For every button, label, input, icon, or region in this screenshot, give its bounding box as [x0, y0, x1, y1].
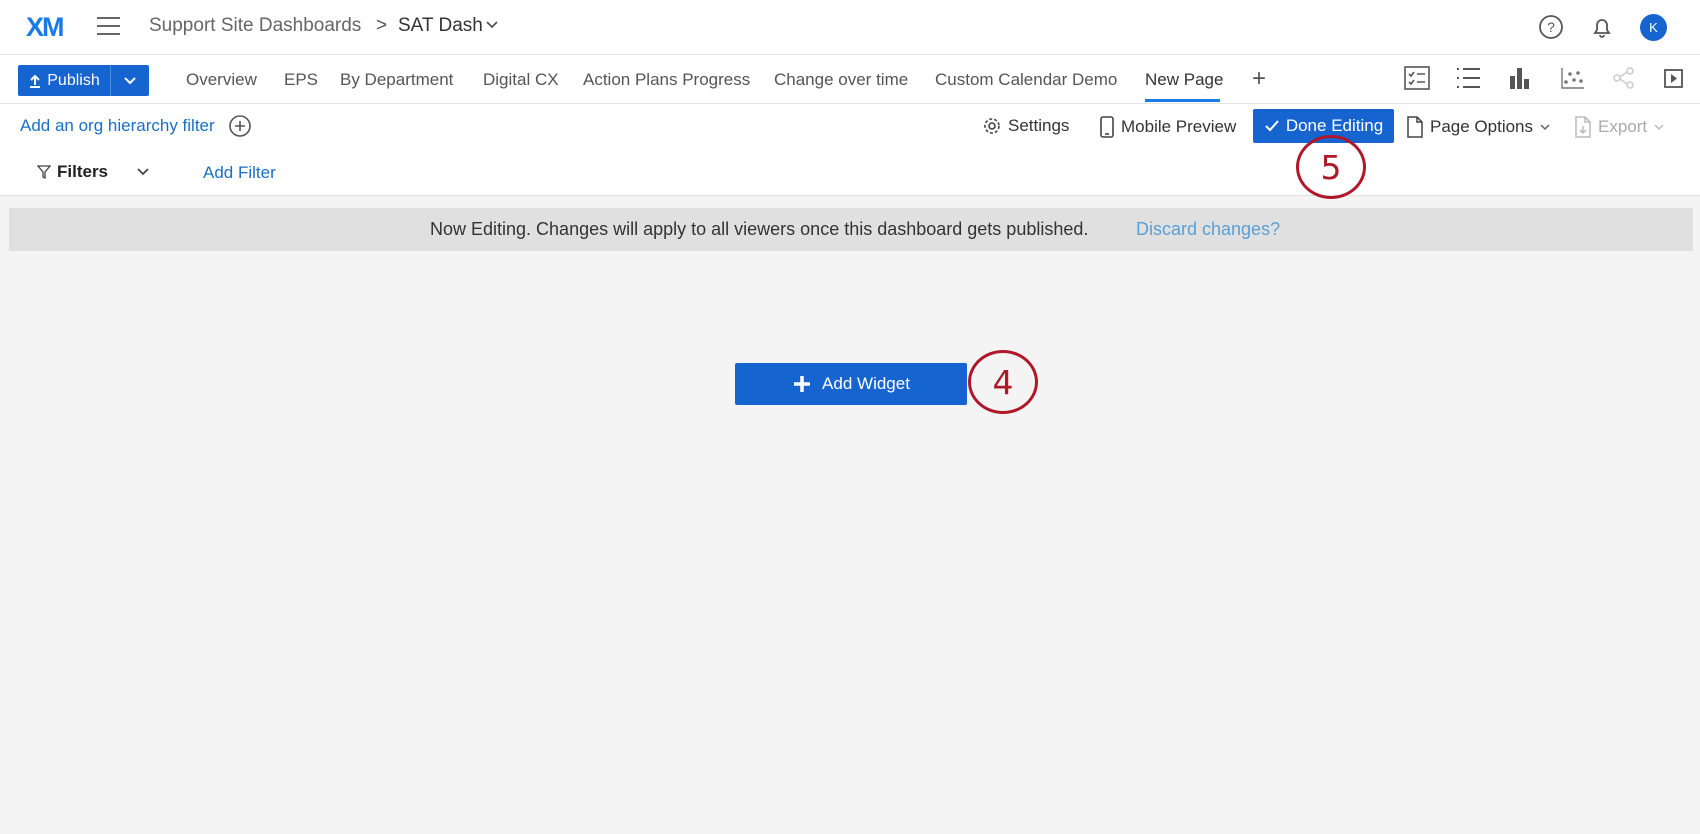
- chevron-down-icon[interactable]: [136, 167, 150, 177]
- tab-change-over-time[interactable]: Change over time: [774, 70, 908, 90]
- preview-icon[interactable]: [1662, 64, 1686, 92]
- chevron-down-icon: [1540, 124, 1550, 131]
- scatter-plot-icon[interactable]: [1560, 64, 1586, 92]
- add-widget-button[interactable]: Add Widget: [735, 363, 967, 405]
- plus-icon: [794, 376, 811, 392]
- list-icon[interactable]: [1454, 64, 1482, 92]
- active-tab-indicator: [1145, 99, 1220, 102]
- phone-icon: [1100, 116, 1114, 138]
- checklist-icon[interactable]: [1403, 64, 1431, 92]
- filters-toggle[interactable]: Filters: [37, 162, 108, 182]
- tab-new-page[interactable]: New Page: [1145, 70, 1223, 90]
- top-header: XM Support Site Dashboards > SAT Dash ? …: [0, 0, 1700, 55]
- breadcrumb-parent[interactable]: Support Site Dashboards: [149, 15, 361, 37]
- gear-icon: [984, 118, 1000, 134]
- avatar[interactable]: K: [1640, 14, 1667, 41]
- publish-dropdown-button[interactable]: [111, 65, 149, 96]
- step-callout-5: 5: [1296, 135, 1366, 199]
- breadcrumb-current[interactable]: SAT Dash: [398, 15, 483, 37]
- export-button[interactable]: Export: [1574, 116, 1665, 138]
- chevron-down-icon[interactable]: [485, 17, 499, 33]
- editing-message: Now Editing. Changes will apply to all v…: [430, 219, 1089, 239]
- checkmark-icon: [1265, 120, 1279, 132]
- discard-changes-link[interactable]: Discard changes?: [1136, 219, 1280, 240]
- mobile-preview-button[interactable]: Mobile Preview: [1099, 116, 1236, 138]
- settings-button[interactable]: Settings: [982, 116, 1069, 136]
- add-filter-link[interactable]: Add Filter: [203, 163, 276, 183]
- upload-icon: [30, 74, 41, 88]
- page-options-button[interactable]: Page Options: [1406, 116, 1551, 138]
- step-callout-4: 4: [968, 350, 1038, 414]
- document-icon: [1407, 116, 1423, 138]
- tab-overview[interactable]: Overview: [186, 70, 257, 90]
- tab-by-department[interactable]: By Department: [340, 70, 453, 90]
- breadcrumb-separator: >: [376, 15, 388, 36]
- bell-icon[interactable]: [1589, 14, 1615, 40]
- tab-eps[interactable]: EPS: [284, 70, 318, 90]
- funnel-icon: [37, 165, 51, 180]
- tab-digital-cx[interactable]: Digital CX: [483, 70, 559, 90]
- chevron-down-icon: [124, 76, 136, 84]
- publish-button[interactable]: Publish: [18, 65, 110, 96]
- bar-chart-icon[interactable]: [1507, 64, 1533, 92]
- help-icon[interactable]: ?: [1538, 14, 1564, 40]
- share-icon[interactable]: [1611, 64, 1637, 92]
- plus-circle-icon[interactable]: [228, 114, 252, 138]
- add-page-button[interactable]: +: [1252, 65, 1266, 93]
- tab-action-plans-progress[interactable]: Action Plans Progress: [583, 70, 750, 90]
- chevron-down-icon: [1654, 124, 1664, 131]
- export-document-icon: [1575, 116, 1591, 138]
- publish-button-group: Publish: [18, 65, 149, 96]
- menu-icon[interactable]: [97, 17, 120, 35]
- tab-custom-calendar-demo[interactable]: Custom Calendar Demo: [935, 70, 1117, 90]
- xm-logo[interactable]: XM: [26, 12, 64, 43]
- svg-text:?: ?: [1547, 19, 1555, 35]
- org-hierarchy-filter-link[interactable]: Add an org hierarchy filter: [20, 116, 215, 136]
- page-tab-bar: Publish Overview EPS By Department Digit…: [0, 55, 1700, 104]
- dashboard-toolbar: Add an org hierarchy filter Settings Mob…: [0, 104, 1700, 196]
- editing-banner: Now Editing. Changes will apply to all v…: [9, 208, 1693, 251]
